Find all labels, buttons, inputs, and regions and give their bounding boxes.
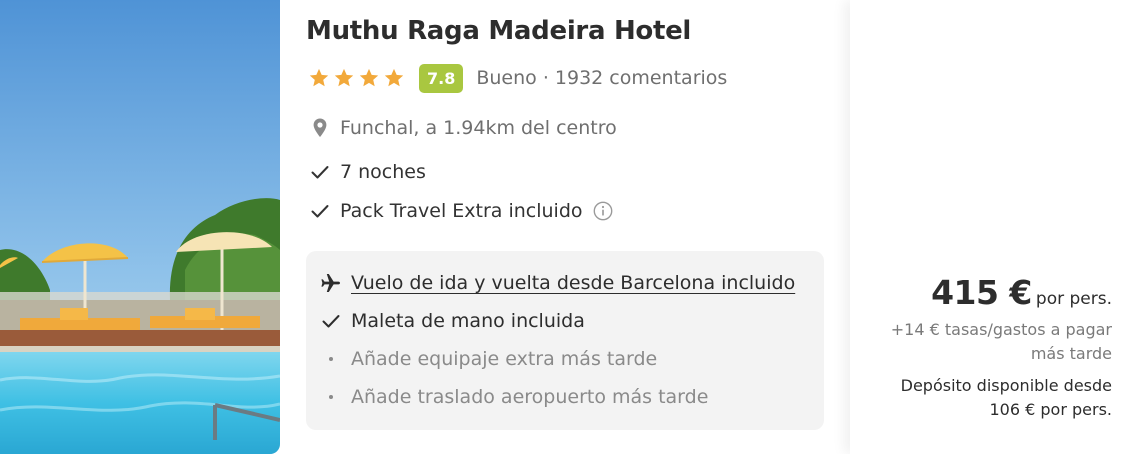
checkmark-icon (311, 205, 329, 218)
checkmark-icon (318, 308, 344, 334)
airplane-icon (318, 270, 344, 296)
info-icon[interactable] (592, 200, 614, 222)
extra-fees-note: +14 € tasas/gastos a pagar más tarde (890, 320, 1112, 363)
price-panel[interactable]: 415 € por pers. +14 € tasas/gastos a paga… (850, 0, 1134, 454)
flight-label[interactable]: Vuelo de ida y vuelta desde Barcelona in… (351, 272, 795, 294)
flight-included-link[interactable]: Vuelo de ida y vuelta desde Barcelona in… (318, 270, 795, 296)
add-luggage-later: Añade equipaje extra más tarde (318, 346, 657, 372)
hotel-photo[interactable] (0, 0, 280, 454)
add-luggage-label: Añade equipaje extra más tarde (351, 348, 658, 370)
carry-on-label: Maleta de mano incluida (351, 310, 585, 332)
flight-details-panel: Vuelo de ida y vuelta desde Barcelona in… (306, 251, 824, 430)
star-icon (309, 68, 329, 87)
carry-on-included: Maleta de mano incluida (318, 308, 585, 334)
price-block: 415 € por pers. +14 € tasas/gastos a paga… (882, 273, 1112, 422)
star-icon (334, 68, 354, 87)
bullet-dot-icon (318, 384, 344, 410)
add-transfer-later: Añade traslado aeropuerto más tarde (318, 384, 708, 410)
hotel-name[interactable]: Muthu Raga Madeira Hotel (306, 16, 691, 46)
checkmark-icon (311, 166, 329, 179)
location-row: Funchal, a 1.94km del centro (306, 116, 617, 140)
price-per-person: por pers. (1035, 289, 1112, 309)
star-icon (384, 68, 404, 87)
feature-pack-travel-extra: Pack Travel Extra incluido (306, 199, 614, 223)
star-rating (308, 67, 405, 89)
price-amount: 415 € (931, 273, 1032, 312)
map-pin-icon (313, 118, 327, 137)
bullet-dot-icon (318, 346, 344, 372)
price-line: 415 € por pers. (882, 273, 1112, 312)
pool-image (0, 0, 280, 454)
location-text[interactable]: Funchal, a 1.94km del centro (340, 117, 617, 139)
star-icon (359, 68, 379, 87)
deposit-note: Depósito disponible desde 106 € por pers… (900, 376, 1112, 419)
rating-row: 7.8 Bueno · 1932 comentarios (306, 63, 727, 93)
review-summary[interactable]: Bueno · 1932 comentarios (476, 67, 727, 89)
feature-nights: 7 noches (306, 160, 426, 184)
hotel-result-card[interactable]: Muthu Raga Madeira Hotel 7.8 Bueno · 193… (0, 0, 1134, 454)
feature-label: Pack Travel Extra incluido (340, 200, 583, 222)
feature-label: 7 noches (340, 161, 426, 183)
review-score-badge: 7.8 (419, 63, 464, 93)
add-transfer-label: Añade traslado aeropuerto más tarde (351, 386, 709, 408)
hotel-info: Muthu Raga Madeira Hotel 7.8 Bueno · 193… (306, 0, 836, 454)
